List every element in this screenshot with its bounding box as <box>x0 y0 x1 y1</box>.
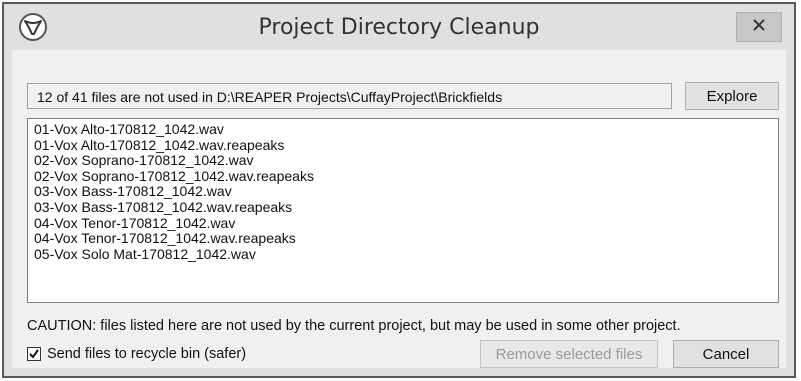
recycle-checkbox[interactable] <box>27 347 41 361</box>
file-list-item[interactable]: 01-Vox Alto-170812_1042.wav.reapeaks <box>34 137 778 154</box>
explore-button[interactable]: Explore <box>685 82 779 110</box>
remove-selected-button[interactable]: Remove selected files <box>480 340 658 368</box>
title-bar[interactable]: Project Directory Cleanup <box>4 4 794 50</box>
recycle-label[interactable]: Send files to recycle bin (safer) <box>47 346 246 362</box>
file-list-item[interactable]: 05-Vox Solo Mat-170812_1042.wav <box>34 246 778 263</box>
directory-info: 12 of 41 files are not used in D:\REAPER… <box>27 83 672 109</box>
window-title: Project Directory Cleanup <box>258 15 540 40</box>
close-icon <box>752 18 766 37</box>
file-list-item[interactable]: 04-Vox Tenor-170812_1042.wav <box>34 215 778 232</box>
file-list-item[interactable]: 02-Vox Soprano-170812_1042.wav.reapeaks <box>34 168 778 185</box>
cleanup-dialog: Project Directory Cleanup 12 of 41 files… <box>2 2 796 378</box>
cancel-button[interactable]: Cancel <box>673 340 779 368</box>
file-list-item[interactable]: 02-Vox Soprano-170812_1042.wav <box>34 153 778 169</box>
file-list-item[interactable]: 04-Vox Tenor-170812_1042.wav.reapeaks <box>34 231 778 247</box>
checkmark-icon <box>29 349 39 359</box>
dialog-body: 12 of 41 files are not used in D:\REAPER… <box>12 50 786 368</box>
file-list-item[interactable]: 01-Vox Alto-170812_1042.wav <box>34 121 778 138</box>
file-list-item[interactable]: 03-Vox Bass-170812_1042.wav.reapeaks <box>34 199 778 216</box>
file-list-item[interactable]: 03-Vox Bass-170812_1042.wav <box>34 184 778 200</box>
unused-files-list[interactable]: 01-Vox Alto-170812_1042.wav 01-Vox Alto-1… <box>27 118 779 303</box>
recycle-option[interactable]: Send files to recycle bin (safer) <box>27 346 246 362</box>
caution-text: CAUTION: files listed here are not used … <box>27 318 681 334</box>
close-button[interactable] <box>736 12 782 42</box>
